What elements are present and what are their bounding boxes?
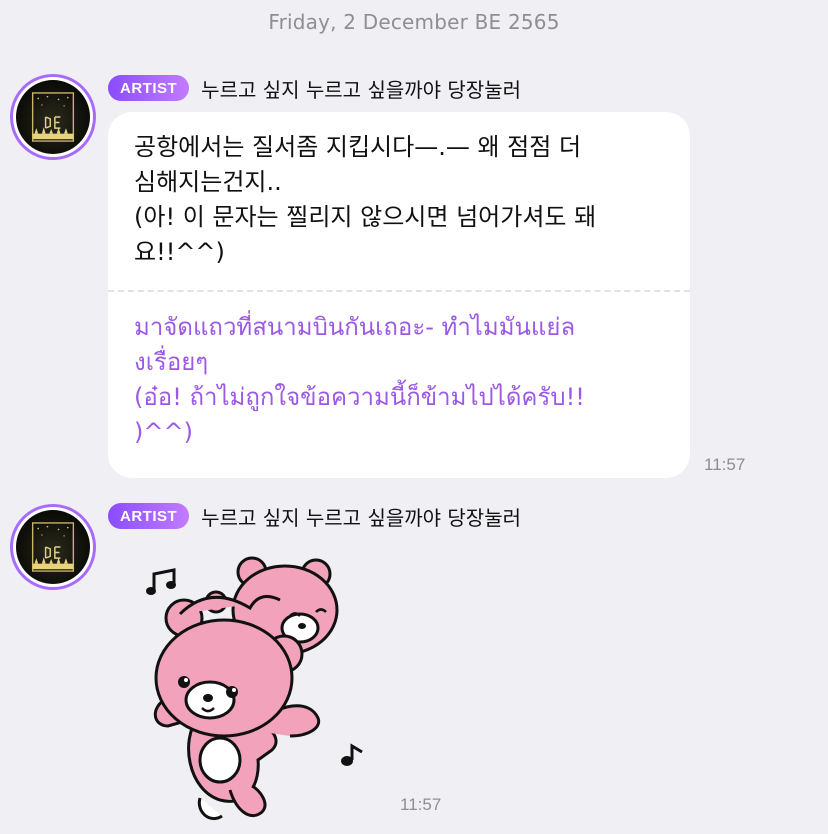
dancing-bears-icon <box>146 556 388 821</box>
album-art-icon <box>16 80 90 154</box>
album-art-icon <box>16 510 90 584</box>
message-time: 11:57 <box>400 795 442 814</box>
avatar[interactable] <box>10 74 96 160</box>
message-text-translated: มาจัดแถวที่สนามบินกันเถอะ- ทำไมมันแย่ล ง… <box>134 313 585 446</box>
sender-row: ARTIST 누르고 싶지 누르고 싶을까야 당장눌러 <box>108 74 521 102</box>
sender-name[interactable]: 누르고 싶지 누르고 싶을까야 당장눌러 <box>201 502 521 531</box>
translation-divider <box>108 290 690 292</box>
artist-badge: ARTIST <box>108 75 190 101</box>
message-text-original: 공항에서는 질서좀 지킵시다—.— 왜 점점 더 심해지는건지.. (아! 이 … <box>134 133 597 266</box>
message-time: 11:57 <box>704 455 746 474</box>
music-note-icon <box>341 743 363 766</box>
artist-badge: ARTIST <box>108 503 190 529</box>
date-separator: Friday, 2 December BE 2565 <box>268 10 560 34</box>
message-bubble[interactable]: 공항에서는 질서좀 지킵시다—.— 왜 점점 더 심해지는건지.. (아! 이 … <box>108 112 690 478</box>
sender-row: ARTIST 누르고 싶지 누르고 싶을까야 당장눌러 <box>108 502 521 530</box>
bear-sticker[interactable] <box>140 550 388 830</box>
avatar[interactable] <box>10 504 96 590</box>
music-note-icon <box>146 568 176 595</box>
sender-name[interactable]: 누르고 싶지 누르고 싶을까야 당장눌러 <box>201 74 521 103</box>
